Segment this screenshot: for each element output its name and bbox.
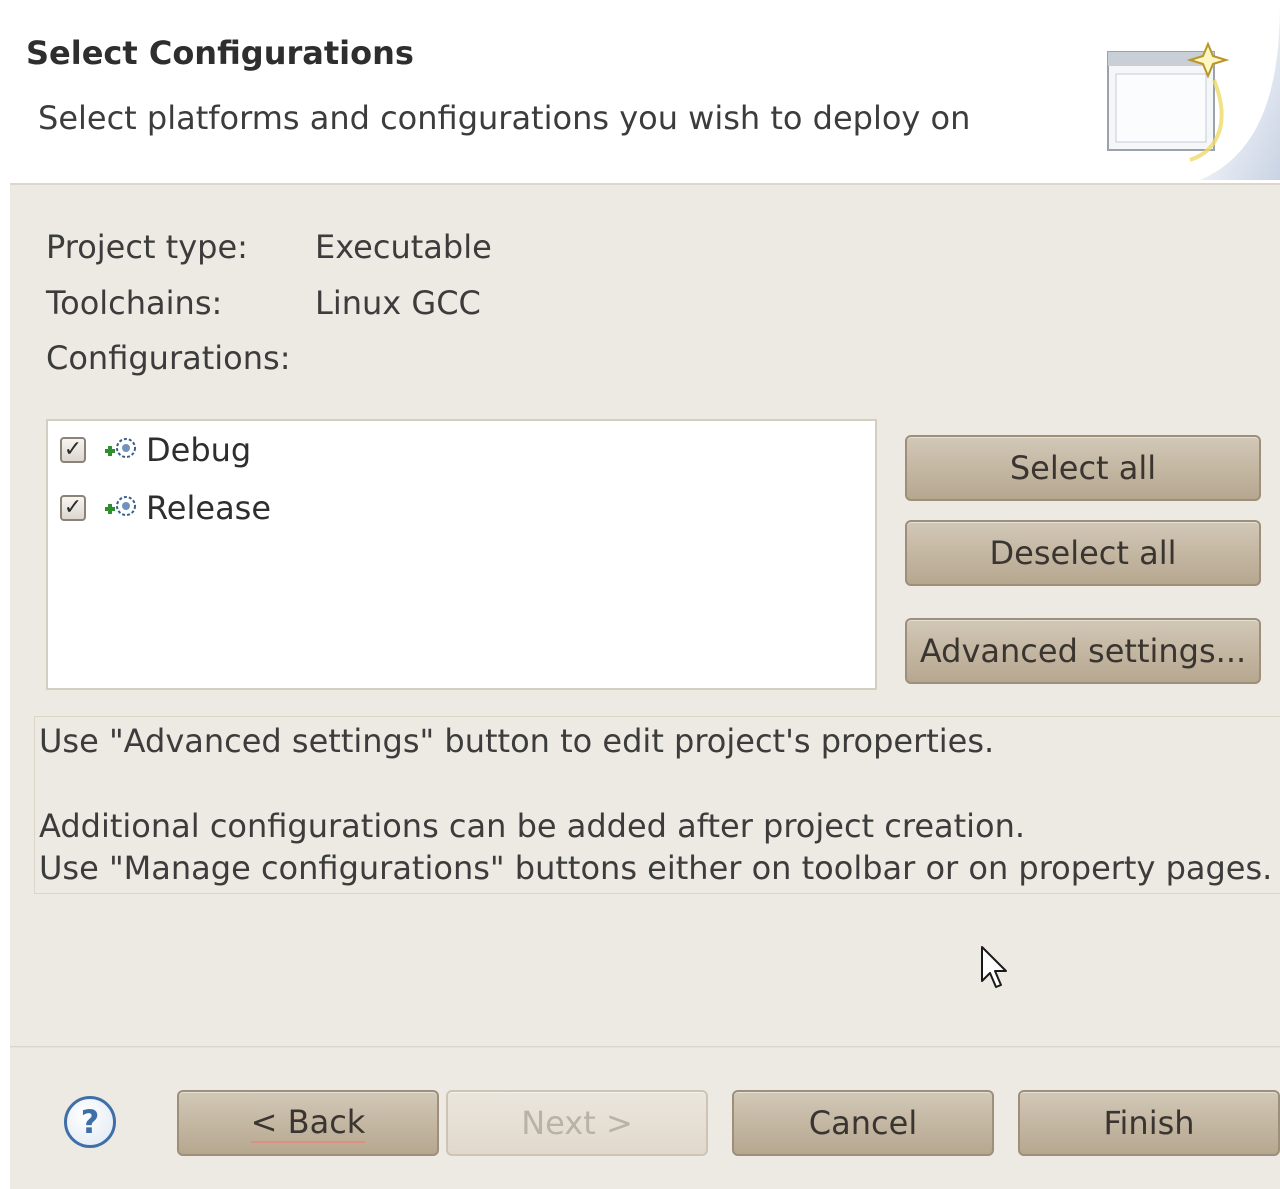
help-icon[interactable]: ? (64, 1096, 116, 1148)
hint-line-additional: Additional configurations can be added a… (39, 807, 1026, 845)
configuration-icon (105, 496, 136, 516)
configuration-icon (105, 438, 136, 458)
finish-button[interactable]: Finish (1018, 1090, 1280, 1156)
configurations-list[interactable]: ✓ Debug ✓ Release (46, 419, 877, 690)
debug-checkbox[interactable]: ✓ (60, 437, 86, 463)
list-item-release[interactable]: ✓ Release (60, 488, 271, 528)
list-item-debug[interactable]: ✓ Debug (60, 430, 251, 470)
toolchains-value: Linux GCC (315, 284, 481, 322)
page-title: Select Configurations (26, 34, 414, 72)
project-type-label: Project type: (46, 228, 248, 266)
hint-line-advanced: Use "Advanced settings" button to edit p… (39, 722, 995, 760)
wizard-header: Select Configurations Select platforms a… (0, 0, 1280, 185)
new-wizard-icon (1107, 0, 1280, 180)
project-type-value: Executable (315, 228, 492, 266)
hint-text-area: Use "Advanced settings" button to edit p… (34, 716, 1280, 894)
release-label: Release (146, 489, 272, 527)
next-button[interactable]: Next > (446, 1090, 708, 1156)
back-button-label: < Back (250, 1103, 366, 1143)
select-all-button[interactable]: Select all (905, 435, 1261, 501)
mouse-cursor-icon (981, 946, 1007, 988)
footer-separator (10, 1046, 1280, 1048)
deselect-all-button[interactable]: Deselect all (905, 520, 1261, 586)
cancel-button[interactable]: Cancel (732, 1090, 994, 1156)
advanced-settings-button[interactable]: Advanced settings... (905, 618, 1261, 684)
release-checkbox[interactable]: ✓ (60, 495, 86, 521)
toolchains-label: Toolchains: (46, 284, 223, 322)
hint-line-manage: Use "Manage configurations" buttons eith… (39, 849, 1273, 887)
debug-label: Debug (146, 431, 252, 469)
back-button[interactable]: < Back (177, 1090, 439, 1156)
configurations-label: Configurations: (46, 339, 291, 377)
page-description: Select platforms and configurations you … (38, 99, 971, 137)
